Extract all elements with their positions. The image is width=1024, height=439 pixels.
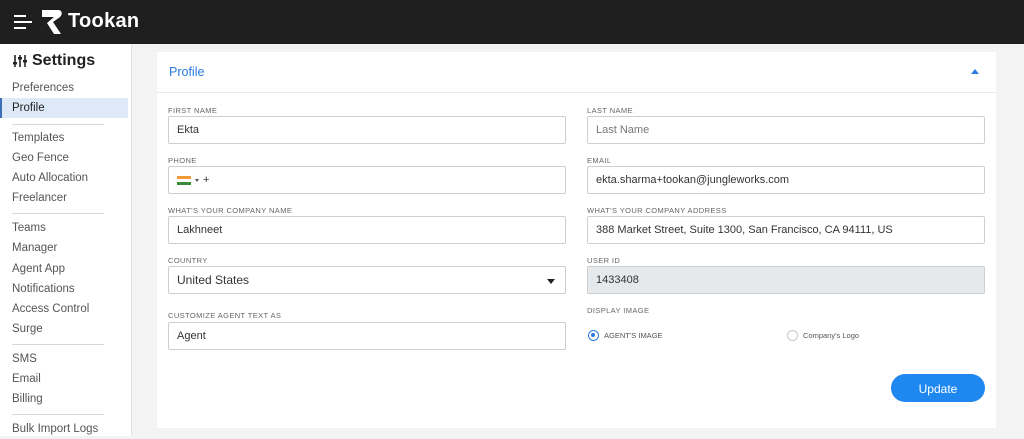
chevron-down-icon[interactable] [195, 179, 199, 182]
company-logo-radio[interactable] [787, 330, 798, 341]
agents-image-label: AGENT'S IMAGE [604, 331, 663, 340]
company-logo-label: Company's Logo [803, 331, 860, 340]
display-image-label: DISPLAY IMAGE [587, 306, 650, 315]
sidebar-item-sms[interactable]: SMS [0, 349, 128, 369]
sidebar-item-preferences[interactable]: Preferences [0, 78, 128, 98]
sidebar-item-notifications[interactable]: Notifications [0, 279, 128, 299]
agent-text-label: CUSTOMIZE AGENT TEXT AS [168, 311, 282, 320]
agents-image-radio[interactable] [588, 330, 599, 341]
section-title: Profile [169, 65, 205, 79]
first-name-input[interactable]: Ekta [168, 116, 566, 144]
sidebar-divider [12, 124, 104, 125]
user-id-label: USER ID [587, 256, 621, 265]
sidebar-item-agent-app[interactable]: Agent App [0, 259, 128, 279]
profile-section-header[interactable]: Profile [157, 52, 996, 93]
sidebar-item-teams[interactable]: Teams [0, 218, 128, 238]
sidebar-item-auto-allocation[interactable]: Auto Allocation [0, 168, 128, 188]
caret-down-icon[interactable] [547, 279, 555, 284]
profile-card: Profile FIRST NAME Ekta LAST NAME Last N… [157, 52, 996, 428]
tookan-logo-icon [42, 10, 62, 34]
company-address-input[interactable]: 388 Market Street, Suite 1300, San Franc… [587, 216, 985, 244]
settings-title-text: Settings [32, 52, 96, 69]
menu-icon[interactable] [14, 15, 32, 29]
sidebar-item-access-control[interactable]: Access Control [0, 299, 128, 319]
update-button[interactable]: Update [891, 374, 985, 402]
settings-title: Settings [12, 52, 95, 70]
email-input[interactable]: ekta.sharma+tookan@jungleworks.com [587, 166, 985, 194]
sidebar-item-email[interactable]: Email [0, 369, 128, 389]
sidebar-item-surge[interactable]: Surge [0, 319, 128, 339]
sidebar-item-templates[interactable]: Templates [0, 128, 128, 148]
sidebar-divider [12, 344, 104, 345]
last-name-input[interactable]: Last Name [587, 116, 985, 144]
last-name-label: LAST NAME [587, 106, 633, 115]
sidebar-item-manager[interactable]: Manager [0, 238, 128, 258]
phone-label: PHONE [168, 156, 197, 165]
settings-sidebar: Settings Preferences Profile Templates G… [0, 44, 132, 436]
company-address-label: WHAT'S YOUR COMPANY ADDRESS [587, 206, 727, 215]
sliders-icon [13, 55, 27, 67]
sidebar-item-bulk-import-logs[interactable]: Bulk Import Logs [0, 419, 128, 439]
user-id-field: 1433408 [587, 266, 985, 294]
first-name-label: FIRST NAME [168, 106, 218, 115]
sidebar-item-geo-fence[interactable]: Geo Fence [0, 148, 128, 168]
agent-text-input[interactable]: Agent [168, 322, 566, 350]
email-label: EMAIL [587, 156, 612, 165]
country-selected-value: United States [177, 273, 250, 287]
sidebar-item-freelancer[interactable]: Freelancer [0, 188, 128, 208]
country-select[interactable]: United States [168, 266, 566, 294]
phone-input[interactable]: + [168, 166, 566, 194]
company-name-label: WHAT'S YOUR COMPANY NAME [168, 206, 293, 215]
sidebar-divider [12, 213, 104, 214]
company-name-input[interactable]: Lakhneet [168, 216, 566, 244]
top-bar: Tookan [0, 0, 1024, 44]
brand-name: Tookan [68, 10, 140, 32]
sidebar-item-profile[interactable]: Profile [0, 98, 128, 118]
sidebar-item-billing[interactable]: Billing [0, 389, 128, 409]
country-label: COUNTRY [168, 256, 208, 265]
collapse-up-icon[interactable] [971, 69, 979, 74]
dial-code: + [203, 174, 210, 186]
sidebar-divider [12, 414, 104, 415]
india-flag-icon[interactable] [177, 176, 191, 185]
